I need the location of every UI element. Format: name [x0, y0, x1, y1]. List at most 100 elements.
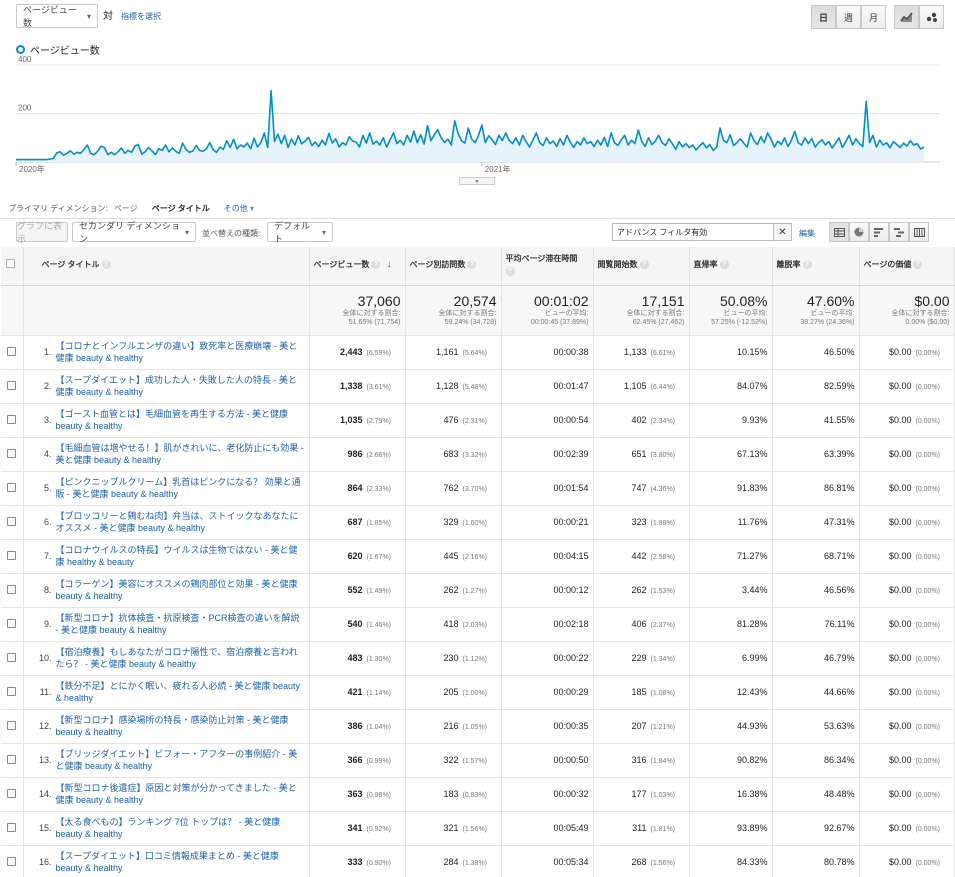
- page-title-link[interactable]: 【宿泊療養】もしあなたがコロナ陽性で、宿泊療養と言われたら？ - 美と健康 be…: [56, 646, 305, 670]
- unique-value: 216: [443, 721, 459, 731]
- help-icon[interactable]: ?: [639, 260, 649, 270]
- row-checkbox[interactable]: [7, 482, 17, 492]
- line-chart-icon[interactable]: [894, 5, 919, 29]
- row-checkbox[interactable]: [7, 618, 17, 628]
- primary-dimension-bar: プライマリ ディメンション: ページ ページ タイトル その他 ▾: [8, 203, 254, 214]
- dimension-other-link[interactable]: その他 ▾: [224, 203, 254, 214]
- row-entrances: 177 (1.03%): [593, 777, 690, 812]
- row-checkbox[interactable]: [7, 346, 17, 356]
- page-title-link[interactable]: 【コロナとインフルエンザの違い】致死率と医療崩壊 - 美と健康 beauty &…: [56, 340, 305, 364]
- row-checkbox[interactable]: [7, 788, 17, 798]
- period-week-button[interactable]: 週: [836, 5, 861, 29]
- page-title-link[interactable]: 【スープダイエット】口コミ情報成果まとめ - 美と健康 beauty & hea…: [56, 850, 305, 874]
- table-row: 13. 【ブリッジダイエット】ビフォー・アフターの事例紹介 - 美と健康 beau…: [1, 743, 955, 778]
- help-icon[interactable]: ?: [371, 260, 381, 270]
- help-icon[interactable]: ?: [802, 260, 812, 270]
- table-row: 3. 【ゴースト血管とは】毛細血管を再生する方法 - 美と健康 beauty & …: [1, 403, 955, 438]
- col-entrances[interactable]: 閲覧開始数?: [593, 247, 690, 286]
- metric-select-label: ページビュー数: [23, 5, 77, 28]
- help-icon[interactable]: ?: [101, 260, 111, 270]
- chart-collapse-handle[interactable]: ▾: [459, 177, 495, 185]
- page-title-link[interactable]: 【鉄分不足】とにかく眠い、疲れる人必読 - 美と健康 beauty & heal…: [56, 680, 305, 704]
- dimension-page-link[interactable]: ページ: [114, 203, 138, 214]
- row-index: 1.: [43, 347, 52, 357]
- help-icon[interactable]: ?: [467, 260, 477, 270]
- row-checkbox[interactable]: [7, 550, 17, 560]
- avg-time-value: 00:00:54: [553, 415, 589, 425]
- page-value-pct: (0.00%): [915, 690, 941, 697]
- row-checkbox-cell: [1, 505, 24, 540]
- row-pageviews: 333 (0.90%): [309, 845, 406, 877]
- row-unique: 183 (0.89%): [405, 777, 502, 812]
- advanced-filter-input[interactable]: アドバンス フィルタ有効: [612, 223, 792, 241]
- pivot-view-icon[interactable]: [909, 222, 929, 242]
- row-checkbox[interactable]: [7, 822, 17, 832]
- row-checkbox[interactable]: [7, 516, 17, 526]
- sort-type-select[interactable]: デフォルト ▾: [267, 221, 333, 244]
- row-page-value: $0.00 (0.00%): [859, 709, 955, 744]
- row-checkbox[interactable]: [7, 754, 17, 764]
- page-title-link[interactable]: 【ブリッジダイエット】ビフォー・アフターの事例紹介 - 美と健康 beauty …: [56, 748, 305, 772]
- performance-view-icon[interactable]: [869, 222, 889, 242]
- row-checkbox[interactable]: [7, 856, 17, 866]
- page-title-link[interactable]: 【ピンクニップルクリーム】乳首はピンクになる？ 効果と通販 - 美と健康 bea…: [56, 476, 305, 500]
- select-metric-link[interactable]: 指標を選択: [121, 11, 161, 22]
- select-all-checkbox[interactable]: [6, 259, 15, 268]
- row-checkbox[interactable]: [7, 448, 17, 458]
- row-avg-time: 00:00:35: [501, 709, 594, 744]
- col-bounce-rate[interactable]: 直帰率?: [689, 247, 773, 286]
- row-checkbox[interactable]: [7, 686, 17, 696]
- comparison-view-icon[interactable]: [889, 222, 909, 242]
- pageviews-pct: (0.99%): [366, 758, 392, 765]
- row-checkbox[interactable]: [7, 720, 17, 730]
- page-title-link[interactable]: 【スープダイエット】成功した人・失敗した人の特長 - 美と健康 beauty &…: [56, 374, 305, 398]
- scatter-chart-icon[interactable]: [919, 5, 944, 29]
- row-title-cell: 15. 【太る食べもの】ランキング 7位 トップは？ - 美と健康 beauty …: [23, 811, 310, 846]
- page-value: $0.00: [888, 619, 912, 629]
- page-title-link[interactable]: 【新型コロナ】感染場所の特長・感染防止対策 - 美と健康 beauty & he…: [56, 714, 305, 738]
- row-title-cell: 1. 【コロナとインフルエンザの違い】致死率と医療崩壊 - 美と健康 beauty…: [23, 335, 310, 370]
- col-unique-pageviews[interactable]: ページ別訪問数?: [405, 247, 502, 286]
- sort-arrow-down-icon[interactable]: ↓: [387, 259, 392, 270]
- page-title-link[interactable]: 【新型コロナ】抗体検査・抗原検査・PCR検査の違いを解説 - 美と健康 beau…: [56, 612, 305, 636]
- col-pageviews[interactable]: ページビュー数? ↓: [309, 247, 406, 286]
- col-page-value[interactable]: ページの価値?: [859, 247, 955, 286]
- col-avg-time[interactable]: 平均ページ滞在時間?: [501, 247, 594, 286]
- pie-view-icon[interactable]: [849, 222, 869, 242]
- row-checkbox[interactable]: [7, 584, 17, 594]
- page-title-link[interactable]: 【ゴースト血管とは】毛細血管を再生する方法 - 美と健康 beauty & he…: [56, 408, 305, 432]
- page-title-link[interactable]: 【毛細血管は増やせる！】肌がきれいに、老化防止にも効果 - 美と健康 beaut…: [56, 442, 305, 466]
- row-checkbox[interactable]: [7, 652, 17, 662]
- page-title-link[interactable]: 【新型コロナ後遺症】原因と対策が分かってきました - 美と健康 beauty &…: [56, 782, 305, 806]
- col-exit-rate[interactable]: 離脱率?: [772, 247, 860, 286]
- help-icon[interactable]: ?: [719, 260, 729, 270]
- edit-filter-link[interactable]: 編集: [799, 228, 815, 239]
- show-in-graph-button[interactable]: グラフに表示: [16, 221, 68, 244]
- page-title-link[interactable]: 【コラーゲン】美容にオススメの鶏肉部位と効果 - 美と健康 beauty & h…: [56, 578, 305, 602]
- row-index: 2.: [43, 381, 52, 391]
- avg-time-value: 00:00:35: [553, 721, 589, 731]
- row-bounce: 11.76%: [689, 505, 773, 540]
- row-checkbox[interactable]: [7, 380, 17, 390]
- page-title-link[interactable]: 【ブロッコリーと鶏むね肉】弁当は、ストイックなあなたにオススメ - 美と健康 b…: [56, 510, 305, 534]
- period-day-button[interactable]: 日: [811, 5, 836, 29]
- clear-filter-icon[interactable]: ✕: [773, 224, 791, 240]
- row-index: 8.: [43, 585, 52, 595]
- dimension-page-title-active[interactable]: ページ タイトル: [152, 203, 210, 214]
- help-icon[interactable]: ?: [913, 260, 923, 270]
- row-exit: 41.55%: [772, 403, 860, 438]
- table-view-icon[interactable]: [829, 222, 849, 242]
- secondary-dimension-select[interactable]: セカンダリ ディメンション ▾: [72, 221, 196, 244]
- period-month-button[interactable]: 月: [861, 5, 886, 29]
- pageviews-pct: (0.90%): [366, 860, 392, 867]
- col-page-title[interactable]: ページ タイトル?: [23, 247, 310, 286]
- help-icon[interactable]: ?: [505, 267, 515, 276]
- row-checkbox[interactable]: [7, 414, 17, 424]
- page-value: $0.00: [888, 381, 912, 391]
- page-title-link[interactable]: 【太る食べもの】ランキング 7位 トップは？ - 美と健康 beauty & h…: [56, 816, 305, 840]
- row-bounce: 10.15%: [689, 335, 773, 370]
- row-avg-time: 00:00:32: [501, 777, 594, 812]
- metric-select[interactable]: ページビュー数 ▾: [16, 4, 98, 28]
- page-title-link[interactable]: 【コロナウイルスの特長】ウイルスは生物ではない - 美と健康 healthy &…: [56, 544, 305, 568]
- row-checkbox-cell: [1, 403, 24, 438]
